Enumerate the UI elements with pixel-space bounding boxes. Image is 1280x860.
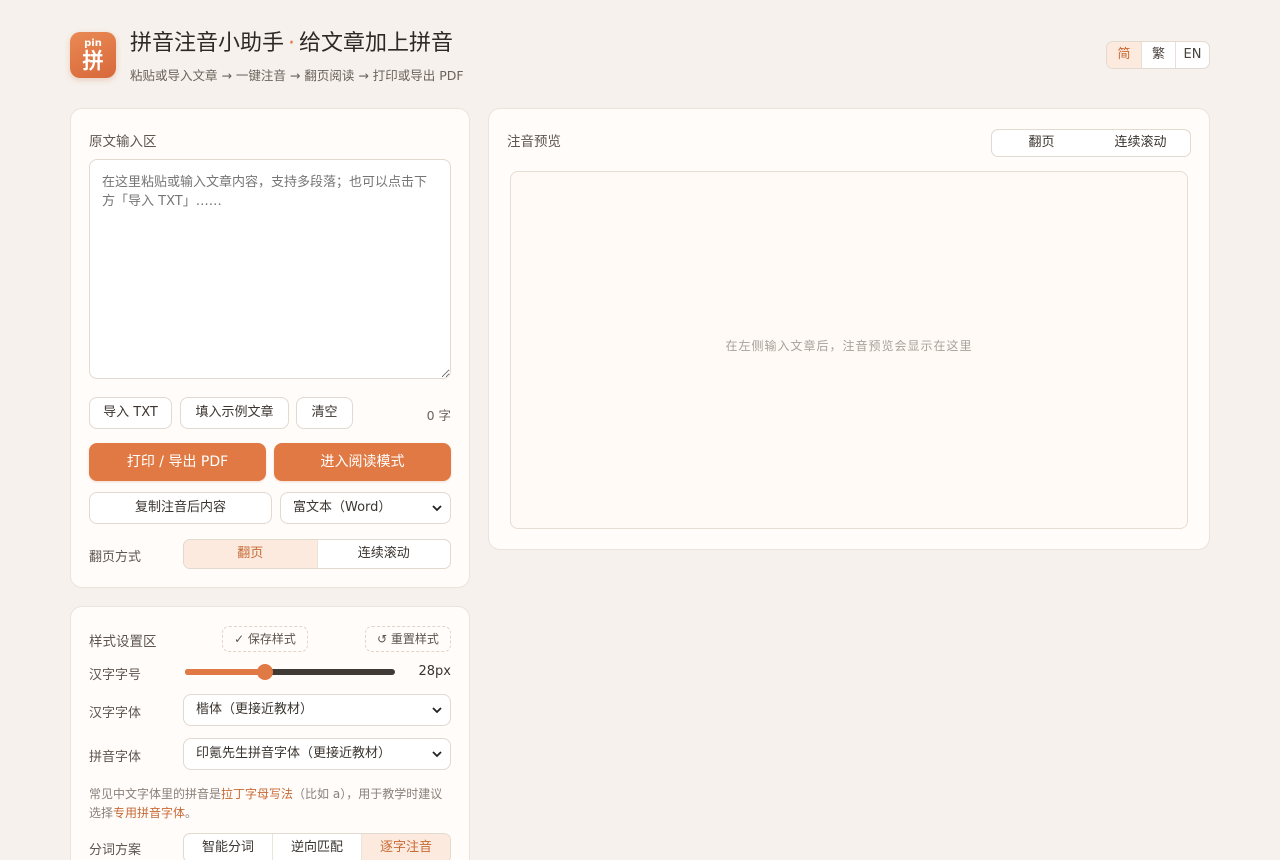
slider-thumb[interactable]	[256, 664, 273, 680]
paging-option-flip[interactable]: 翻页	[184, 540, 317, 568]
preview-panel: 注音预览 翻页 连续滚动 在左侧输入文章后，注音预览会显示在这里	[488, 108, 1210, 550]
save-style-button[interactable]: ✓ 保存样式	[222, 626, 308, 652]
input-panel: 原文输入区 导入 TXT 填入示例文章 清空 0 字 打印 / 导出 PDF 进…	[70, 108, 470, 588]
hint-text-3: 。	[185, 806, 198, 820]
segment-toggle: 智能分词 逆向匹配 逐字注音	[183, 833, 451, 860]
input-panel-label: 原文输入区	[89, 134, 157, 150]
import-txt-button[interactable]: 导入 TXT	[89, 397, 172, 429]
app-logo: pin 拼	[70, 32, 116, 78]
preview-empty-text: 在左侧输入文章后，注音预览会显示在这里	[725, 339, 973, 353]
style-panel: 样式设置区 ✓ 保存样式 ↺ 重置样式 汉字字号 28px 汉字字体 楷体（更接…	[70, 606, 470, 860]
lang-traditional[interactable]: 繁	[1141, 42, 1175, 68]
page-title: 拼音注音小助手 · 给文章加上拼音	[130, 30, 453, 58]
logo-char: 拼	[82, 49, 104, 73]
article-textarea[interactable]	[89, 159, 451, 379]
segment-label: 分词方案	[89, 843, 142, 858]
hanzi-font-value: 楷体（更接近教材）	[196, 702, 314, 717]
pinyin-font-value: 印氪先生拼音字体（更接近教材）	[196, 746, 392, 761]
pinyin-font-select[interactable]: 印氪先生拼音字体（更接近教材）	[183, 738, 451, 770]
hint-highlight-2: 专用拼音字体	[113, 806, 186, 820]
title-main: 拼音注音小助手	[130, 31, 285, 56]
chevron-down-icon	[432, 751, 442, 758]
paging-option-scroll[interactable]: 连续滚动	[316, 540, 451, 568]
app-header: pin 拼 拼音注音小助手 · 给文章加上拼音 粘贴或导入文章 → 一键注音 → 翻…	[70, 30, 1210, 86]
reading-mode-button[interactable]: 进入阅读模式	[274, 443, 451, 481]
fill-sample-button[interactable]: 填入示例文章	[180, 397, 289, 429]
preview-panel-label: 注音预览	[507, 134, 561, 150]
language-switch: 简 繁 EN	[1106, 41, 1210, 69]
font-size-slider[interactable]	[185, 664, 395, 680]
hanzi-font-label: 汉字字体	[89, 706, 142, 721]
title-separator: ·	[288, 31, 296, 56]
hint-text-1: 常见中文字体里的拼音是	[89, 787, 222, 801]
lang-english[interactable]: EN	[1175, 42, 1209, 68]
reset-style-button[interactable]: ↺ 重置样式	[365, 626, 451, 652]
segment-option-reverse[interactable]: 逆向匹配	[272, 834, 361, 860]
lang-simplified[interactable]: 简	[1107, 42, 1141, 68]
font-size-value: 28px	[418, 664, 452, 679]
paging-label: 翻页方式	[89, 550, 142, 565]
page-subtitle: 粘贴或导入文章 → 一键注音 → 翻页阅读 → 打印或导出 PDF	[130, 68, 464, 83]
title-sub: 给文章加上拼音	[299, 31, 454, 56]
preview-mode-toggle: 翻页 连续滚动	[991, 129, 1191, 157]
copy-content-button[interactable]: 复制注音后内容	[89, 492, 272, 524]
chevron-down-icon	[432, 707, 442, 714]
clear-button[interactable]: 清空	[296, 397, 353, 429]
copy-format-value: 富文本（Word）	[293, 500, 392, 515]
slider-fill	[185, 669, 265, 675]
preview-mode-scroll[interactable]: 连续滚动	[1091, 130, 1190, 156]
segment-option-char[interactable]: 逐字注音	[361, 834, 450, 860]
copy-format-select[interactable]: 富文本（Word）	[280, 492, 451, 524]
char-count: 0 字	[426, 408, 451, 423]
hint-highlight-1: 拉丁字母写法	[221, 787, 294, 801]
pinyin-font-label: 拼音字体	[89, 750, 142, 765]
logo-pin-text: pin	[84, 38, 102, 49]
chevron-down-icon	[432, 505, 442, 512]
font-size-label: 汉字字号	[89, 668, 142, 683]
style-panel-label: 样式设置区	[89, 634, 157, 650]
preview-area[interactable]: 在左侧输入文章后，注音预览会显示在这里	[510, 171, 1188, 529]
pinyin-font-hint: 常见中文字体里的拼音是拉丁字母写法（比如 a），用于教学时建议选择专用拼音字体。	[89, 785, 451, 823]
paging-toggle: 翻页 连续滚动	[183, 539, 451, 569]
segment-option-smart[interactable]: 智能分词	[184, 834, 272, 860]
preview-mode-flip[interactable]: 翻页	[992, 130, 1091, 156]
hanzi-font-select[interactable]: 楷体（更接近教材）	[183, 694, 451, 726]
print-export-button[interactable]: 打印 / 导出 PDF	[89, 443, 266, 481]
